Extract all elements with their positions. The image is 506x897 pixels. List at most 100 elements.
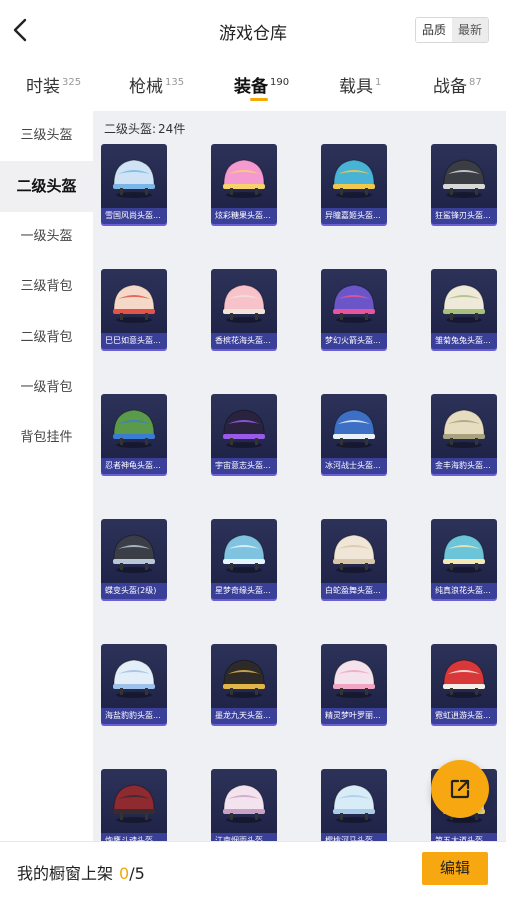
item-name: 纯真浪花头盔...	[431, 583, 497, 599]
helmet-icon	[333, 284, 375, 323]
item-card[interactable]: 樱桃河马头盔...	[321, 769, 387, 841]
item-name: 炮鹰斗魂头盔...	[101, 833, 167, 841]
helmet-icon	[333, 534, 375, 573]
helmet-icon	[113, 409, 155, 448]
helmet-icon	[223, 284, 265, 323]
helmet-icon	[443, 534, 485, 573]
item-name: 第五大道头盔...	[431, 833, 497, 841]
item-name: 江南烟雨头盔...	[211, 833, 277, 841]
tab-equipment[interactable]: 装备 190	[234, 72, 290, 101]
item-card[interactable]: 白蛇盈舞头盔...	[321, 519, 387, 599]
item-name: 炫彩糖果头盔...	[211, 208, 277, 224]
helmet-icon	[113, 534, 155, 573]
helmet-icon	[333, 159, 375, 198]
helmet-icon	[333, 784, 375, 823]
helmet-icon	[443, 409, 485, 448]
item-name: 梦幻火箭头盔...	[321, 333, 387, 349]
showcase-footer: 我的橱窗上架 0/5 编辑	[0, 841, 506, 897]
tab-fashion[interactable]: 时装 325	[26, 72, 81, 97]
share-button[interactable]	[431, 760, 489, 818]
item-card[interactable]: 冰河战士头盔...	[321, 394, 387, 474]
sort-toggle: 品质 最新	[415, 17, 489, 43]
item-card[interactable]: 宇宙意志头盔...	[211, 394, 277, 474]
item-name: 星梦奇缘头盔...	[211, 583, 277, 599]
item-name: 香槟花海头盔...	[211, 333, 277, 349]
item-name: 樱桃河马头盔...	[321, 833, 387, 841]
helmet-icon	[223, 534, 265, 573]
item-name: 异瞳嘉姬头盔...	[321, 208, 387, 224]
edit-button[interactable]: 编辑	[422, 852, 488, 885]
helmet-icon	[113, 284, 155, 323]
category-tabs: 时装 325 枪械 135 装备 190 载具 1 战备 87	[0, 62, 506, 110]
helmet-icon	[223, 159, 265, 198]
sort-quality-button[interactable]: 品质	[416, 18, 452, 42]
item-count-label: 二级头盔:	[104, 122, 157, 136]
helmet-icon	[113, 784, 155, 823]
item-card[interactable]: 炮鹰斗魂头盔...	[101, 769, 167, 841]
showcase-status: 我的橱窗上架 0/5	[17, 860, 145, 884]
item-card[interactable]: 金丰海豹头盔...	[431, 394, 497, 474]
item-card[interactable]: 蝶变头盔(2级)	[101, 519, 167, 599]
tab-label: 时装	[26, 77, 60, 97]
item-name: 雏菊兔兔头盔...	[431, 333, 497, 349]
header: 游戏仓库 品质 最新	[0, 0, 506, 62]
tab-supplies[interactable]: 战备 87	[433, 72, 482, 97]
item-card[interactable]: 巳巳如意头盔...	[101, 269, 167, 349]
item-card[interactable]: 炫彩糖果头盔...	[211, 144, 277, 224]
item-name: 狂鲨锋刃头盔...	[431, 208, 497, 224]
item-card[interactable]: 精灵梦叶罗丽...	[321, 644, 387, 724]
item-card[interactable]: 纯真浪花头盔...	[431, 519, 497, 599]
item-card[interactable]: 忍者神龟头盔...	[101, 394, 167, 474]
helmet-icon	[113, 659, 155, 698]
item-count-value: 24件	[158, 122, 186, 136]
helmet-icon	[223, 659, 265, 698]
item-name: 宇宙意志头盔...	[211, 458, 277, 474]
helmet-icon	[223, 409, 265, 448]
sidebar-item-level2-helmet[interactable]: 二级头盔	[0, 161, 93, 212]
sidebar-item-level1-backpack[interactable]: 一级背包	[0, 363, 93, 413]
sidebar: 三级头盔 二级头盔 一级头盔 三级背包 二级背包 一级背包 背包挂件	[0, 111, 93, 841]
sidebar-item-level3-backpack[interactable]: 三级背包	[0, 262, 93, 312]
sort-newest-button[interactable]: 最新	[452, 18, 488, 42]
helmet-icon	[333, 659, 375, 698]
item-name: 精灵梦叶罗丽...	[321, 708, 387, 724]
item-count: 二级头盔: 24件	[102, 120, 185, 137]
item-card[interactable]: 霓虹逍游头盔...	[431, 644, 497, 724]
item-grid-panel: 二级头盔: 24件 雪国风尚头盔... 炫彩糖果头盔... 异瞳嘉姬头盔... 狂鲨锋刃…	[93, 111, 506, 841]
item-name: 海盐豹豹头盔...	[101, 708, 167, 724]
item-name: 墨龙九天头盔...	[211, 708, 277, 724]
tab-count: 87	[469, 77, 482, 88]
helmet-icon	[333, 409, 375, 448]
item-card[interactable]: 狂鲨锋刃头盔...	[431, 144, 497, 224]
sidebar-item-backpack-pendant[interactable]: 背包挂件	[0, 413, 93, 463]
item-card[interactable]: 异瞳嘉姬头盔...	[321, 144, 387, 224]
tab-vehicles[interactable]: 载具 1	[339, 72, 381, 97]
showcase-label: 我的橱窗上架	[17, 864, 114, 883]
item-name: 冰河战士头盔...	[321, 458, 387, 474]
item-card[interactable]: 墨龙九天头盔...	[211, 644, 277, 724]
tab-label: 战备	[433, 77, 467, 97]
tab-label: 装备	[234, 77, 268, 97]
sidebar-item-level1-helmet[interactable]: 一级头盔	[0, 212, 93, 262]
sidebar-item-level3-helmet[interactable]: 三级头盔	[0, 111, 93, 161]
item-card[interactable]: 雏菊兔兔头盔...	[431, 269, 497, 349]
item-name: 霓虹逍游头盔...	[431, 708, 497, 724]
item-card[interactable]: 梦幻火箭头盔...	[321, 269, 387, 349]
sidebar-item-level2-backpack[interactable]: 二级背包	[0, 313, 93, 363]
tab-firearms[interactable]: 枪械 135	[129, 72, 184, 97]
item-card[interactable]: 江南烟雨头盔...	[211, 769, 277, 841]
helmet-icon	[223, 784, 265, 823]
item-card[interactable]: 星梦奇缘头盔...	[211, 519, 277, 599]
helmet-icon	[443, 659, 485, 698]
item-name: 雪国风尚头盔...	[101, 208, 167, 224]
helmet-icon	[443, 284, 485, 323]
item-card[interactable]: 香槟花海头盔...	[211, 269, 277, 349]
tab-count: 190	[270, 77, 290, 88]
active-tab-indicator	[250, 98, 268, 101]
helmet-icon	[443, 159, 485, 198]
item-card[interactable]: 雪国风尚头盔...	[101, 144, 167, 224]
item-name: 金丰海豹头盔...	[431, 458, 497, 474]
tab-label: 枪械	[129, 77, 163, 97]
share-export-icon	[450, 779, 470, 799]
item-card[interactable]: 海盐豹豹头盔...	[101, 644, 167, 724]
